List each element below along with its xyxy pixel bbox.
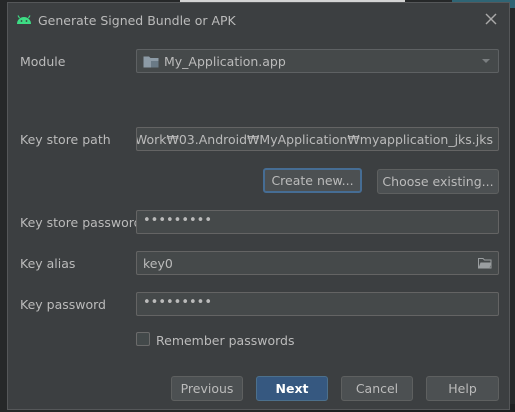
key-store-path-field[interactable]: RID₩02.Work₩03.Android₩MyApplication₩mya… [136,127,499,151]
key-alias-label: Key alias [20,256,76,271]
module-label: Module [20,54,66,69]
chevron-down-icon [482,59,490,63]
cancel-button[interactable]: Cancel [341,376,413,401]
remember-passwords-checkbox[interactable] [136,332,150,346]
help-button[interactable]: Help [426,376,499,401]
remember-passwords-label: Remember passwords [156,333,295,348]
android-icon [17,15,31,24]
key-alias-field[interactable]: key0 [136,251,499,275]
dialog-title: Generate Signed Bundle or APK [38,13,236,28]
folder-browse-icon[interactable] [478,257,492,269]
key-store-password-label: Key store password [20,215,142,230]
choose-existing-button[interactable]: Choose existing... [377,169,499,194]
key-password-field[interactable]: ••••••••• [136,292,499,316]
module-select-value: My_Application.app [164,54,286,69]
generate-signed-bundle-dialog: Generate Signed Bundle or APK Module My_… [7,2,510,410]
key-alias-value: key0 [143,256,173,271]
folder-module-icon [143,56,159,68]
next-button[interactable]: Next [256,376,328,401]
key-store-password-value: ••••••••• [143,213,213,228]
key-store-path-label: Key store path [20,132,111,147]
previous-button[interactable]: Previous [171,376,243,401]
key-store-password-field[interactable]: ••••••••• [136,210,499,234]
dialog-titlebar: Generate Signed Bundle or APK [8,3,509,37]
key-password-value: ••••••••• [143,295,213,310]
close-icon[interactable] [483,11,499,27]
key-password-label: Key password [20,297,106,312]
key-store-path-value: RID₩02.Work₩03.Android₩MyApplication₩mya… [136,132,493,147]
module-select[interactable]: My_Application.app [136,49,499,73]
create-new-button[interactable]: Create new... [263,168,362,193]
